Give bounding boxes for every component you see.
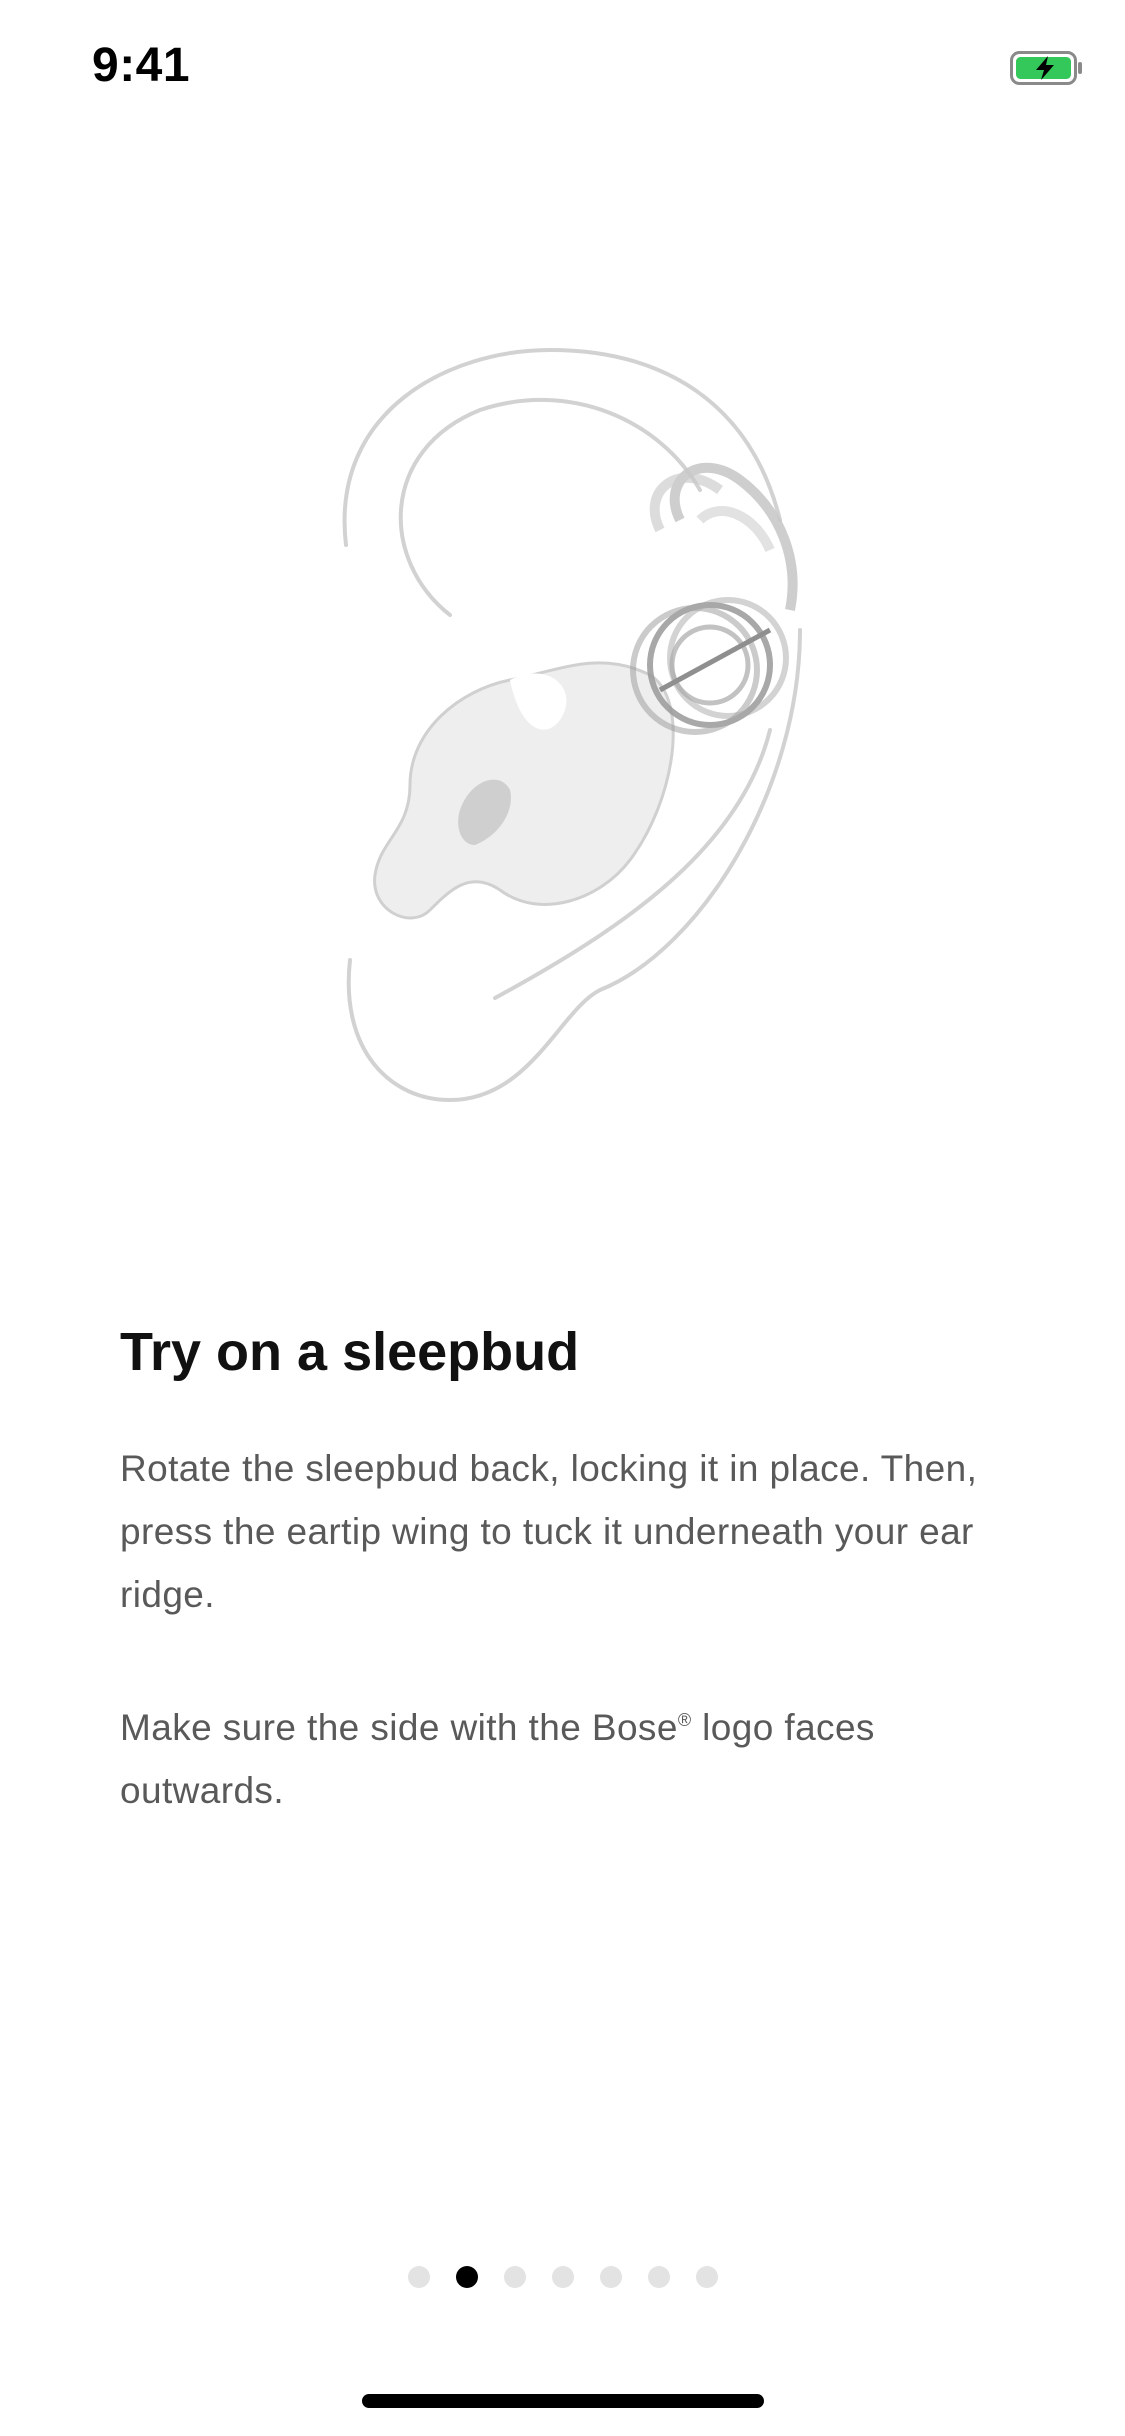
page-dot-4[interactable]	[551, 2266, 574, 2288]
battery-charging-icon	[1010, 51, 1082, 85]
instruction-paragraph-2-text-a: Make sure the side with the Bose	[120, 1706, 678, 1748]
page-dot-7[interactable]	[695, 2266, 718, 2288]
ear-sleepbud-illustration	[342, 347, 802, 1103]
page-indicator[interactable]	[0, 2266, 1125, 2290]
page-dot-3[interactable]	[503, 2266, 526, 2288]
instruction-paragraph-2: Make sure the side with the Bose® logo f…	[120, 1689, 1020, 1822]
page-dot-2[interactable]	[455, 2266, 478, 2288]
page-dot-5[interactable]	[599, 2266, 622, 2288]
status-bar: 9:41	[0, 0, 1125, 132]
home-indicator[interactable]	[362, 2394, 764, 2408]
status-time: 9:41	[92, 39, 191, 92]
page-title: Try on a sleepbud	[120, 1322, 580, 1382]
instruction-paragraph-1: Rotate the sleepbud back, locking it in …	[120, 1447, 978, 1615]
page-dot-1[interactable]	[407, 2266, 430, 2288]
instructions: Try on a sleepbud Rotate the sleepbud ba…	[120, 1320, 1020, 1885]
page-dot-6[interactable]	[647, 2266, 670, 2288]
registered-mark: ®	[677, 1709, 692, 1730]
